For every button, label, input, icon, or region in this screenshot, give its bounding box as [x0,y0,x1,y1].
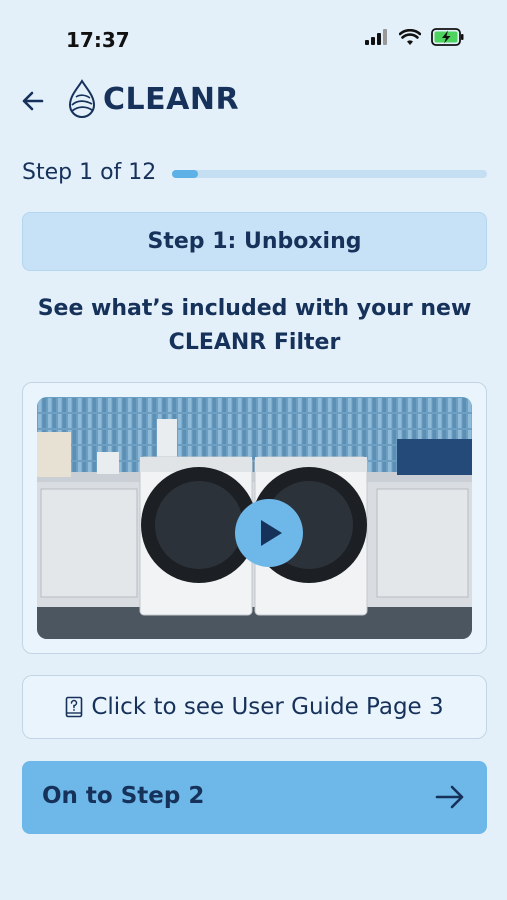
guide-book-icon [66,696,83,718]
battery-charging-icon [431,28,464,46]
water-drop-logo-icon [68,79,96,118]
user-guide-link-label: Click to see User Guide Page 3 [91,694,444,720]
back-arrow-icon[interactable] [20,88,46,114]
video-thumbnail[interactable] [37,397,472,639]
play-button[interactable] [235,499,303,567]
progress-track [172,170,487,178]
progress-fill [172,170,199,178]
signal-icon [365,29,387,45]
arrow-right-icon [435,785,464,809]
status-time: 17:37 [66,28,130,52]
wifi-icon [399,28,421,45]
app-header: CLEANR [0,78,507,128]
play-icon [261,520,282,546]
user-guide-link[interactable]: Click to see User Guide Page 3 [22,675,487,739]
step-progress: Step 1 of 12 [22,158,487,190]
brand-name: CLEANR [103,82,240,117]
step-description: See what’s included with your new CLEANR… [37,296,472,355]
step-title-banner: Step 1: Unboxing [22,212,487,271]
video-card [22,382,487,654]
status-bar: 17:37 [0,0,507,78]
next-step-button[interactable]: On to Step 2 [22,761,487,834]
next-step-label: On to Step 2 [42,783,205,809]
status-icons [365,28,465,46]
progress-label: Step 1 of 12 [22,160,157,185]
